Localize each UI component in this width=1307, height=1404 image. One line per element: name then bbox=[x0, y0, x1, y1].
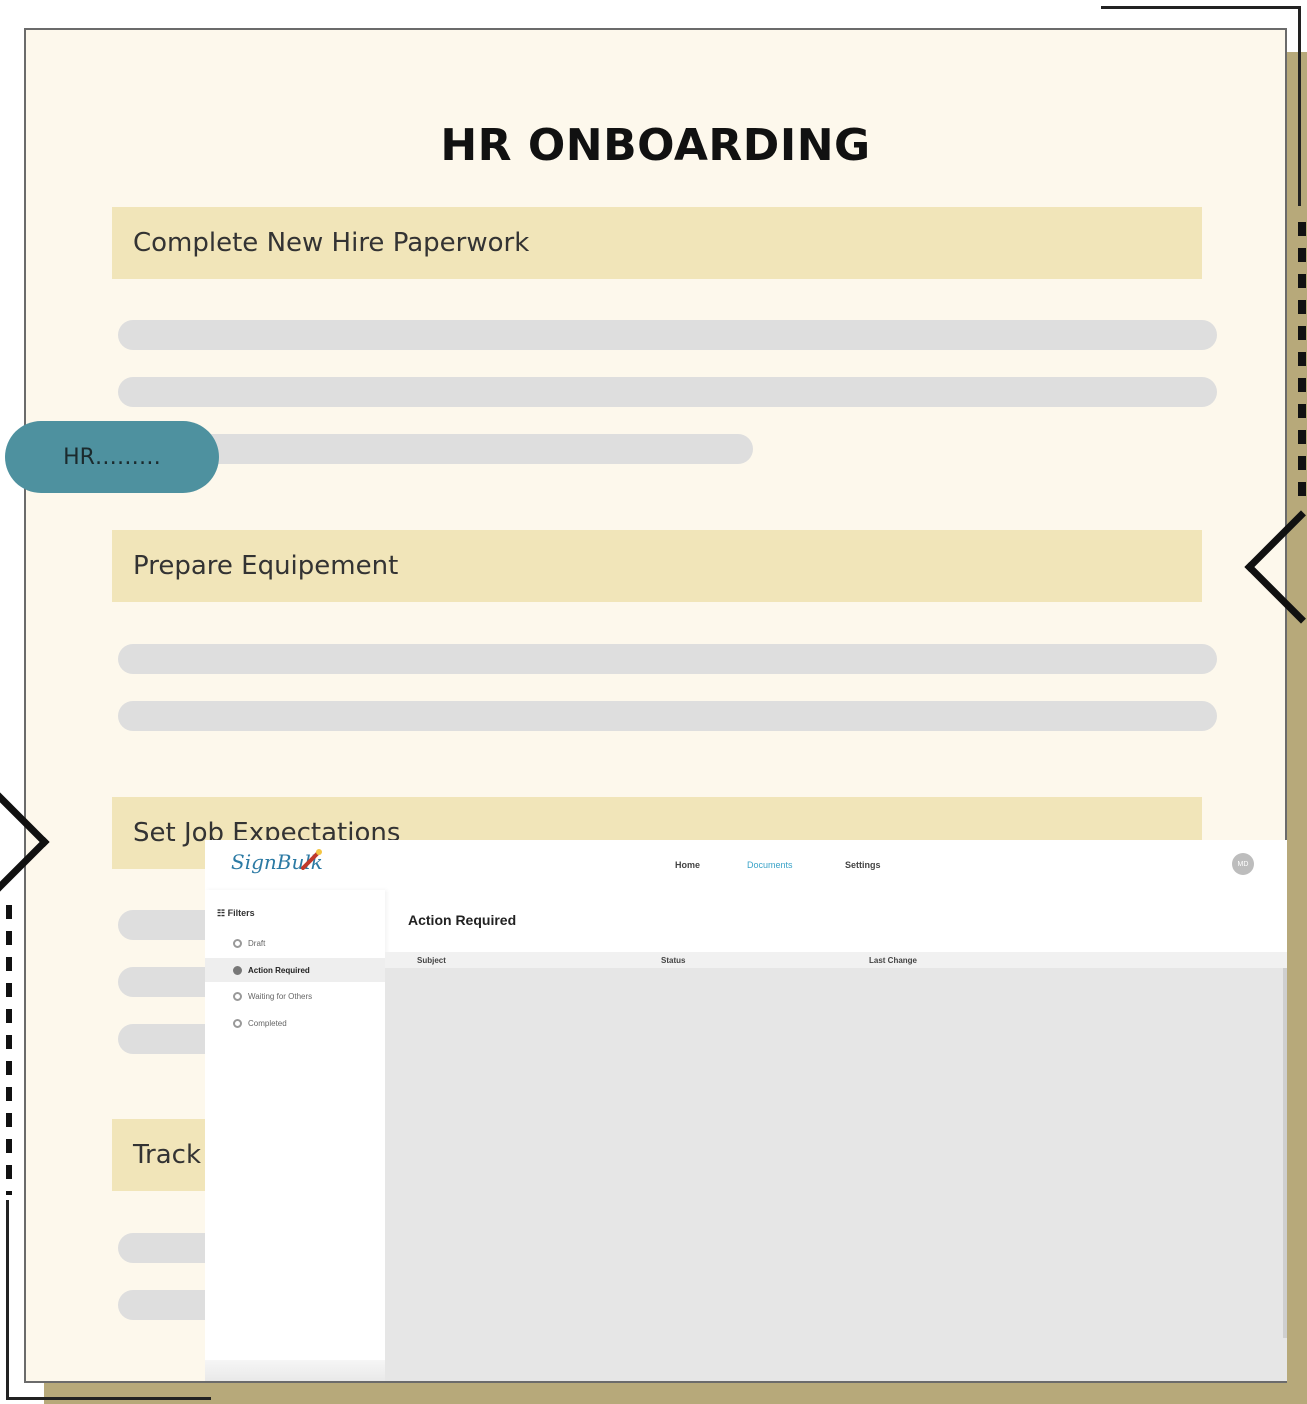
filter-label: Waiting for Others bbox=[248, 991, 313, 1001]
app-window: SignBulk Home Documents Settings MD ☷ Fi… bbox=[205, 840, 1287, 1381]
placeholder-line bbox=[118, 644, 1217, 674]
table-body bbox=[385, 968, 1287, 1381]
filter-waiting-for-others[interactable]: Waiting for Others bbox=[205, 984, 385, 1008]
column-last-change[interactable]: Last Change bbox=[869, 956, 917, 965]
section-header-paperwork: Complete New Hire Paperwork bbox=[112, 207, 1202, 279]
filters-heading: ☷ Filters bbox=[217, 908, 255, 919]
nav-documents[interactable]: Documents bbox=[747, 860, 793, 870]
filter-label: Completed bbox=[248, 1018, 287, 1028]
nav-settings[interactable]: Settings bbox=[845, 860, 881, 870]
hr-tag-label: HR……… bbox=[63, 444, 161, 470]
radio-icon bbox=[233, 965, 242, 975]
placeholder-line bbox=[118, 701, 1217, 731]
dashed-line-right bbox=[1298, 222, 1306, 502]
avatar[interactable]: MD bbox=[1232, 853, 1254, 875]
filter-label: Draft bbox=[248, 938, 266, 948]
filter-icon: ☷ bbox=[217, 908, 228, 918]
filters-label: Filters bbox=[227, 908, 255, 918]
app-header: SignBulk Home Documents Settings MD bbox=[205, 840, 1287, 890]
table-header: Subject Status Last Change bbox=[385, 952, 1287, 968]
content-title: Action Required bbox=[408, 912, 517, 928]
section-header-label: Prepare Equipement bbox=[133, 551, 399, 581]
placeholder-line bbox=[118, 320, 1217, 350]
hr-tag-pill: HR……… bbox=[5, 421, 219, 493]
radio-icon bbox=[233, 991, 242, 1001]
avatar-initials: MD bbox=[1237, 860, 1249, 868]
filter-draft[interactable]: Draft bbox=[205, 931, 385, 955]
filters-sidebar: ☷ Filters Draft Action Required Waiting … bbox=[205, 890, 385, 1360]
radio-icon bbox=[233, 938, 242, 948]
page-title: HR ONBOARDING bbox=[440, 120, 871, 171]
radio-icon bbox=[233, 1018, 242, 1028]
section-header-label: Complete New Hire Paperwork bbox=[133, 228, 530, 258]
pen-icon bbox=[301, 849, 322, 870]
sidebar-footer bbox=[205, 1360, 385, 1381]
column-status[interactable]: Status bbox=[661, 956, 685, 965]
column-subject[interactable]: Subject bbox=[417, 956, 446, 965]
filter-completed[interactable]: Completed bbox=[205, 1011, 385, 1035]
scrollbar[interactable] bbox=[1283, 968, 1287, 1338]
filter-label: Action Required bbox=[248, 965, 310, 975]
filter-action-required[interactable]: Action Required bbox=[205, 958, 385, 982]
placeholder-line bbox=[118, 377, 1217, 407]
section-header-equipment: Prepare Equipement bbox=[112, 530, 1202, 602]
nav-home[interactable]: Home bbox=[675, 860, 700, 870]
dashed-line-left bbox=[6, 905, 12, 1195]
